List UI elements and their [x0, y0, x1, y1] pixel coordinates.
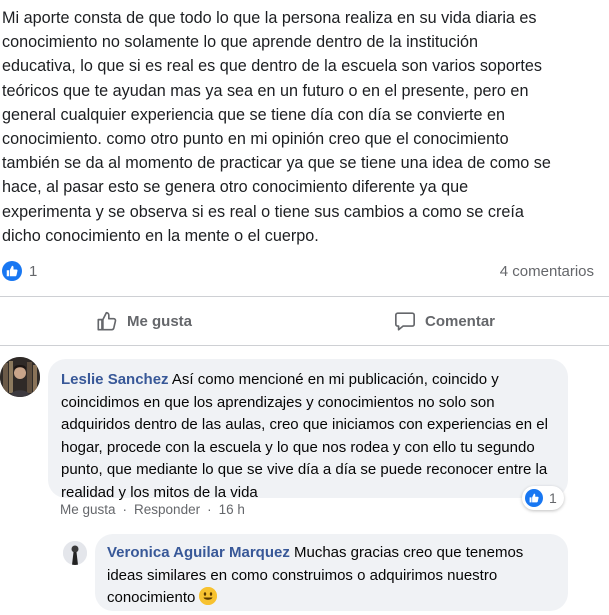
smiley-emoji-icon: [199, 587, 218, 606]
comment-button[interactable]: Comentar: [394, 303, 495, 339]
comment-button-label: Comentar: [425, 312, 496, 330]
post-line: hace, al pasar esto se genera otro conoc…: [2, 178, 469, 197]
thumbs-up-icon: [525, 489, 543, 507]
post-body: Mi aporte consta de que todo lo que la p…: [2, 6, 602, 248]
comments-count-link[interactable]: 4 comentarios: [500, 263, 594, 280]
thumbs-up-icon[interactable]: [2, 261, 22, 281]
post-stats: 1 4 comentarios: [0, 259, 609, 285]
post-line: Mi aporte consta de que todo lo que la p…: [2, 9, 537, 27]
post-line: dicho conocimiento en la mente o el cuer…: [2, 226, 319, 245]
avatar[interactable]: [0, 357, 40, 397]
post-line: también se da al momento de practicar ya…: [2, 154, 551, 173]
separator-dot: ·: [207, 502, 212, 517]
post-line: educativa, lo que si es real es que dent…: [2, 57, 542, 76]
comment-author[interactable]: Leslie Sanchez: [61, 371, 169, 388]
comment-bubble: Leslie Sanchez Así como mencioné en mi p…: [48, 359, 568, 501]
reaction-badge[interactable]: 1: [522, 486, 564, 510]
post-line: general cualquier experiencia que se tie…: [2, 105, 506, 124]
post-line: conocimiento no solamente lo que aprende…: [2, 33, 479, 52]
comment-timestamp[interactable]: 16 h: [219, 502, 245, 517]
like-button[interactable]: Me gusta: [96, 303, 192, 339]
reply-bubble: Veronica Aguilar Marquez Muchas gracias …: [95, 534, 568, 611]
avatar[interactable]: [63, 541, 87, 565]
comment-reply-link[interactable]: Responder: [134, 502, 200, 517]
like-button-label: Me gusta: [127, 312, 193, 330]
post-line: experimenta y se observa si es real o ti…: [2, 202, 524, 221]
comment-text: Así como mencioné en mi publicación, coi…: [61, 371, 548, 501]
comment-author[interactable]: Veronica Aguilar Marquez: [107, 544, 290, 561]
post-line: conocimiento. como otro punto en mi opin…: [2, 130, 509, 149]
thumbs-up-outline-icon: [97, 311, 117, 331]
divider: [0, 345, 609, 346]
comment-like-link[interactable]: Me gusta: [60, 502, 116, 517]
comment-actions: Me gusta · Responder · 16 h: [60, 502, 245, 517]
post-line: teóricos que te ayudan mas ya sea en un …: [2, 81, 529, 100]
like-count[interactable]: 1: [29, 263, 37, 280]
separator-dot: ·: [122, 502, 128, 517]
reaction-count: 1: [549, 490, 557, 506]
speech-bubble-icon: [395, 312, 415, 331]
divider: [0, 296, 609, 297]
